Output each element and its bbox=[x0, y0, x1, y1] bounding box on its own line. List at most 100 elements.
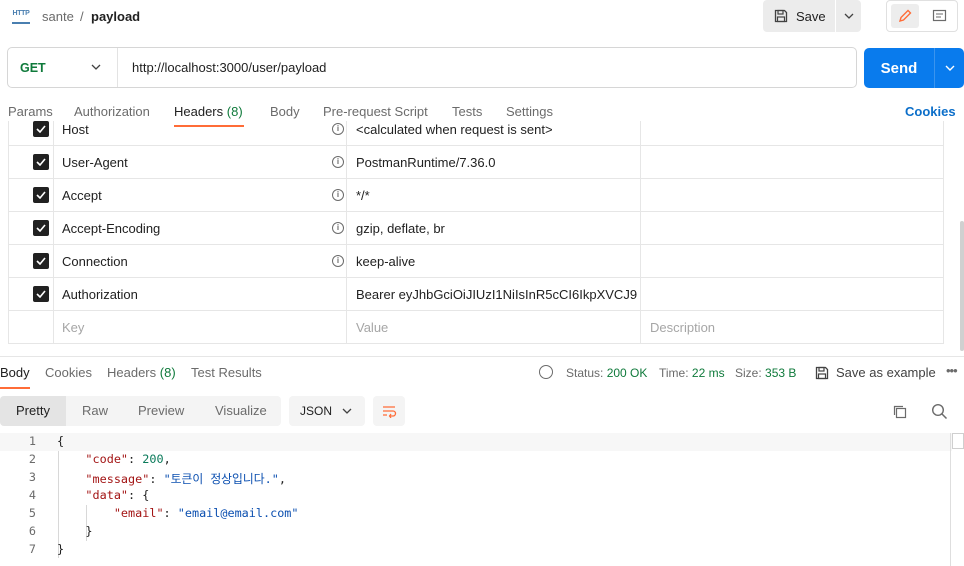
view-preview[interactable]: Preview bbox=[138, 403, 184, 418]
header-description[interactable] bbox=[641, 121, 944, 146]
info-icon[interactable]: i bbox=[332, 255, 344, 267]
header-enable-checkbox[interactable] bbox=[33, 220, 49, 236]
header-key-placeholder[interactable]: Key bbox=[62, 320, 84, 335]
header-description[interactable] bbox=[641, 278, 944, 311]
header-value[interactable]: keep-alive bbox=[356, 254, 638, 269]
header-key[interactable]: Accept bbox=[62, 188, 102, 203]
method-selector[interactable]: GET bbox=[20, 61, 46, 75]
header-row-user-agent: User-Agent i PostmanRuntime/7.36.0 bbox=[8, 146, 944, 179]
response-tab-test-results[interactable]: Test Results bbox=[191, 365, 262, 380]
save-button[interactable]: Save bbox=[763, 0, 835, 32]
header-enable-checkbox[interactable] bbox=[33, 154, 49, 170]
header-description[interactable] bbox=[641, 146, 944, 179]
info-icon[interactable]: i bbox=[332, 189, 344, 201]
header-key[interactable]: User-Agent bbox=[62, 155, 128, 170]
tab-headers[interactable]: Headers (8) bbox=[174, 104, 243, 119]
response-tab-body[interactable]: Body bbox=[0, 365, 30, 380]
line-number: 4 bbox=[28, 488, 36, 502]
send-options-button[interactable] bbox=[934, 48, 964, 88]
header-description[interactable] bbox=[641, 212, 944, 245]
info-icon[interactable]: i bbox=[332, 222, 344, 234]
active-response-tab-indicator bbox=[0, 387, 30, 389]
format-value: JSON bbox=[300, 404, 333, 418]
response-size[interactable]: Size: 353 B bbox=[735, 366, 796, 380]
header-row-accept: Accept i */* bbox=[8, 179, 944, 212]
tab-body[interactable]: Body bbox=[270, 104, 300, 119]
code-line: 5 "email": "email@email.com" bbox=[0, 505, 952, 523]
wrap-lines-button[interactable] bbox=[373, 396, 405, 426]
more-options-icon[interactable]: ••• bbox=[946, 363, 958, 378]
http-request-icon: HTTP bbox=[12, 8, 30, 24]
header-value[interactable]: */* bbox=[356, 188, 638, 203]
header-value[interactable]: <calculated when request is sent> bbox=[356, 122, 638, 137]
response-tab-cookies[interactable]: Cookies bbox=[45, 365, 92, 380]
format-select[interactable]: JSON bbox=[289, 396, 365, 426]
header-enable-checkbox[interactable] bbox=[33, 187, 49, 203]
response-body-code[interactable]: 1 { 2 "code": 200, 3 "message": "토큰이 정상입… bbox=[0, 433, 952, 566]
time-label: Time: bbox=[659, 366, 689, 380]
header-value-placeholder[interactable]: Value bbox=[356, 320, 638, 335]
top-bar: HTTP sante / payload Save bbox=[0, 0, 964, 36]
tab-authorization[interactable]: Authorization bbox=[74, 104, 150, 119]
view-raw[interactable]: Raw bbox=[82, 403, 108, 418]
header-row-accept-encoding: Accept-Encoding i gzip, deflate, br bbox=[8, 212, 944, 245]
header-key[interactable]: Authorization bbox=[62, 287, 138, 302]
code-line: 3 "message": "토큰이 정상입니다.", bbox=[0, 469, 952, 487]
response-time[interactable]: Time: 22 ms bbox=[659, 366, 725, 380]
header-value[interactable]: PostmanRuntime/7.36.0 bbox=[356, 155, 638, 170]
save-options-button[interactable] bbox=[836, 0, 861, 32]
info-icon[interactable]: i bbox=[332, 156, 344, 168]
code-text: "code": 200, bbox=[85, 452, 171, 466]
header-key[interactable]: Host bbox=[62, 122, 89, 137]
checkmark-icon bbox=[36, 290, 46, 298]
response-tab-headers[interactable]: Headers (8) bbox=[107, 365, 176, 380]
documentation-button[interactable] bbox=[925, 4, 953, 28]
line-number: 5 bbox=[28, 506, 36, 520]
comment-doc-icon bbox=[932, 9, 946, 22]
tab-prerequest-script[interactable]: Pre-request Script bbox=[323, 104, 428, 119]
minimap-handle[interactable] bbox=[952, 433, 964, 449]
copy-icon[interactable] bbox=[892, 404, 908, 420]
header-value[interactable]: Bearer eyJhbGciOiJIUzI1NiIsInR5cCI6IkpXV… bbox=[356, 287, 638, 302]
chevron-down-icon bbox=[945, 65, 954, 71]
size-label: Size: bbox=[735, 366, 762, 380]
info-icon[interactable]: i bbox=[332, 123, 344, 135]
scrollbar[interactable] bbox=[960, 221, 964, 351]
checkmark-icon bbox=[36, 125, 46, 133]
view-pretty[interactable]: Pretty bbox=[16, 403, 50, 418]
url-bar: GET http://localhost:3000/user/payload bbox=[7, 47, 857, 88]
breadcrumb-request-name[interactable]: payload bbox=[91, 9, 140, 24]
tab-settings[interactable]: Settings bbox=[506, 104, 553, 119]
edit-mode-button[interactable] bbox=[891, 4, 919, 28]
breadcrumb-collection[interactable]: sante bbox=[42, 9, 74, 24]
size-value: 353 B bbox=[765, 366, 797, 380]
chevron-down-icon[interactable] bbox=[91, 60, 101, 74]
breadcrumb-separator: / bbox=[80, 9, 84, 24]
globe-icon[interactable] bbox=[539, 365, 553, 379]
url-input[interactable]: http://localhost:3000/user/payload bbox=[132, 60, 326, 75]
header-key[interactable]: Connection bbox=[62, 254, 128, 269]
header-description-placeholder[interactable]: Description bbox=[650, 320, 932, 335]
tab-params[interactable]: Params bbox=[8, 104, 53, 119]
header-description[interactable] bbox=[641, 245, 944, 278]
save-example-label: Save as example bbox=[836, 365, 936, 380]
response-status[interactable]: Status: 200 OK bbox=[566, 366, 647, 380]
cookies-link[interactable]: Cookies bbox=[905, 104, 956, 119]
header-enable-checkbox[interactable] bbox=[33, 286, 49, 302]
tab-tests[interactable]: Tests bbox=[452, 104, 482, 119]
view-visualize[interactable]: Visualize bbox=[215, 403, 267, 418]
headers-table: Host i <calculated when request is sent> … bbox=[8, 121, 944, 345]
header-value[interactable]: gzip, deflate, br bbox=[356, 221, 638, 236]
header-description[interactable] bbox=[641, 179, 944, 212]
pencil-icon bbox=[898, 9, 912, 23]
line-number: 1 bbox=[28, 434, 36, 448]
header-row-host: Host i <calculated when request is sent> bbox=[8, 121, 944, 146]
send-button[interactable]: Send bbox=[864, 48, 934, 88]
header-enable-checkbox[interactable] bbox=[33, 121, 49, 137]
header-key[interactable]: Accept-Encoding bbox=[62, 221, 160, 236]
code-text: "email": "email@email.com" bbox=[113, 506, 299, 520]
search-icon[interactable] bbox=[931, 403, 948, 420]
header-enable-checkbox[interactable] bbox=[33, 253, 49, 269]
response-tab-headers-label: Headers bbox=[107, 365, 157, 380]
save-as-example-button[interactable]: Save as example bbox=[815, 365, 936, 380]
